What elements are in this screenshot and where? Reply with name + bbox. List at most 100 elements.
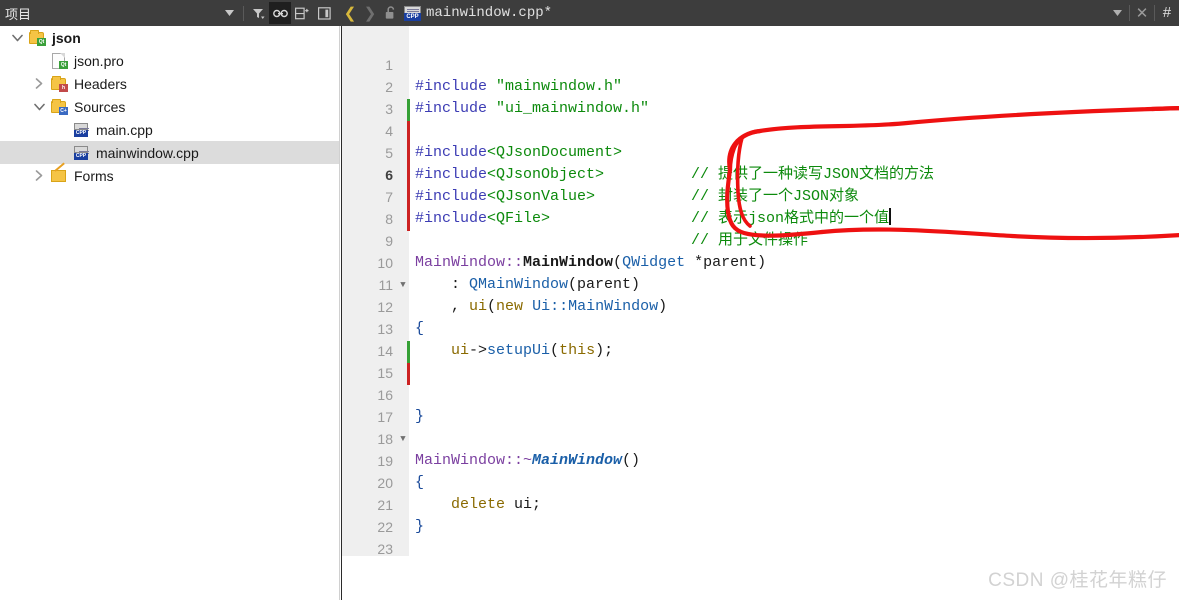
- change-marker-red-7: [407, 187, 410, 209]
- line7-header-angle: <QFile>: [487, 210, 551, 227]
- code-line-9: MainWindow::MainWindow(QWidget *parent): [341, 230, 1179, 271]
- change-marker-red-6: [407, 165, 410, 187]
- tree-item-label: Sources: [74, 98, 126, 115]
- line-number-15: 15: [377, 365, 393, 381]
- cpp-file-icon: CPP: [404, 5, 421, 21]
- code-line-12: {: [341, 296, 1179, 337]
- code-line-6: #include<QJsonValue> // 表示json格式中的一个值: [341, 164, 1179, 227]
- line-number-6: 6: [385, 167, 393, 183]
- split-marker-icon[interactable]: #: [1155, 0, 1179, 26]
- close-tab-icon[interactable]: ✕: [1130, 0, 1154, 26]
- code-line-11: , ui(new Ui::MainWindow): [341, 274, 1179, 315]
- link-icon[interactable]: [269, 2, 291, 24]
- tree-item-sources[interactable]: C+ Sources: [0, 95, 339, 118]
- line-number-13: 13: [377, 321, 393, 337]
- line-number-8: 8: [385, 211, 393, 227]
- line13-setupui-call: setupUi: [487, 342, 551, 359]
- code-content[interactable]: #include "mainwindow.h" #include "ui_mai…: [341, 26, 1179, 600]
- tree-item-label: main.cpp: [96, 121, 153, 138]
- line-number-22: 22: [377, 519, 393, 535]
- line-number-4: 4: [385, 123, 393, 139]
- line-number-18: 18: [377, 431, 393, 447]
- change-marker-red-4: [407, 121, 410, 143]
- dropdown-icon[interactable]: [218, 2, 240, 24]
- cpp-file-icon: CPP: [72, 144, 90, 162]
- tree-item-label: json.pro: [74, 52, 124, 69]
- code-line-7: #include<QFile> // 用于文件操作: [341, 186, 1179, 249]
- line-number-23: 23: [377, 541, 393, 557]
- sidebar-toggle-icon[interactable]: [313, 2, 335, 24]
- code-line-1: #include "mainwindow.h": [341, 54, 1179, 95]
- line-number-10: 10: [377, 255, 393, 271]
- fold-toggle-icon-18[interactable]: ▼: [397, 428, 409, 450]
- code-editor[interactable]: #include "mainwindow.h" #include "ui_mai…: [341, 26, 1179, 600]
- line2-header-string: "ui_mainwindow.h": [487, 100, 650, 117]
- code-line-21: }: [341, 494, 1179, 535]
- line21-close-brace: }: [415, 518, 425, 535]
- headers-folder-icon: h: [50, 75, 68, 93]
- code-line-4: #include<QJsonDocument> // 提供了一种读写JSON文档…: [341, 120, 1179, 183]
- line-number-2: 2: [385, 79, 393, 95]
- tree-item-main-cpp[interactable]: CPP main.cpp: [0, 118, 339, 141]
- line13-this-keyword: this: [559, 342, 596, 359]
- fold-toggle-icon-11[interactable]: ▼: [397, 274, 409, 296]
- tree-item-json-pro[interactable]: Qt json.pro: [0, 49, 339, 72]
- line-number-7: 7: [385, 189, 393, 205]
- change-marker-green-14: [407, 341, 410, 363]
- change-marker-red-5: [407, 143, 410, 165]
- tree-item-label: Forms: [74, 167, 114, 184]
- qt-project-file-icon: Qt: [50, 52, 68, 70]
- line-number-20: 20: [377, 475, 393, 491]
- line13-arrow-operator: ->: [469, 342, 488, 359]
- code-line-18: MainWindow::~MainWindow(): [341, 428, 1179, 469]
- tab-controls: ✕ #: [1105, 0, 1179, 26]
- cpp-file-icon-label: CPP: [404, 12, 421, 21]
- line-number-5: 5: [385, 145, 393, 161]
- filter-icon[interactable]: [247, 2, 269, 24]
- unlock-icon[interactable]: [380, 0, 402, 26]
- line-number-16: 16: [377, 387, 393, 403]
- text-cursor: [889, 208, 892, 225]
- tree-item-forms[interactable]: Forms: [0, 164, 339, 187]
- project-panel-toolbar: [218, 0, 335, 26]
- tree-item-headers[interactable]: h Headers: [0, 72, 339, 95]
- tab-dropdown-icon[interactable]: [1105, 0, 1129, 26]
- line-number-3: 3: [385, 101, 393, 117]
- navigate-back-button[interactable]: ❮: [340, 0, 360, 26]
- code-line-2: #include "ui_mainwindow.h": [341, 76, 1179, 117]
- code-line-16: }: [341, 384, 1179, 425]
- line16-close-brace: }: [415, 408, 425, 425]
- chevron-right-icon[interactable]: [28, 72, 50, 95]
- qt-creator-window: 项目 ❮ ❯ CPP mainwindow.cpp* ✕ # Qt json Q…: [0, 0, 1179, 600]
- line-number-1: 1: [385, 57, 393, 73]
- chevron-down-icon[interactable]: [6, 26, 28, 49]
- cpp-file-icon: CPP: [72, 121, 90, 139]
- line13-ui-var: ui: [415, 342, 470, 359]
- split-add-icon[interactable]: [291, 2, 313, 24]
- line7-include-keyword: #include: [415, 210, 488, 227]
- code-line-19: {: [341, 450, 1179, 491]
- top-bar: 项目 ❮ ❯ CPP mainwindow.cpp* ✕ #: [0, 0, 1179, 26]
- code-line-5: #include<QJsonObject> // 封装了一个JSON对象: [341, 142, 1179, 205]
- change-marker-red-8: [407, 209, 410, 231]
- line13-close-paren: );: [595, 342, 614, 359]
- line6-comment: // 表示json格式中的一个值: [691, 210, 890, 227]
- csdn-watermark: CSDN @桂花年糕仔: [988, 570, 1167, 591]
- line-number-9: 9: [385, 233, 393, 249]
- code-line-13: ui->setupUi(this);: [341, 318, 1179, 359]
- tree-item-label: json: [52, 29, 81, 46]
- tree-item-mainwindow-cpp[interactable]: CPP mainwindow.cpp: [0, 141, 339, 164]
- project-panel-header: 项目: [0, 0, 340, 26]
- chevron-right-icon[interactable]: [28, 164, 50, 187]
- navigate-forward-button[interactable]: ❯: [360, 0, 380, 26]
- chevron-down-icon[interactable]: [28, 95, 50, 118]
- tab-mainwindow-cpp[interactable]: mainwindow.cpp*: [426, 5, 552, 21]
- change-marker-red-15: [407, 363, 410, 385]
- tree-item-json[interactable]: Qt json: [0, 26, 339, 49]
- tree-item-label: Headers: [74, 75, 127, 92]
- code-line-20: delete ui;: [341, 472, 1179, 513]
- line-number-21: 21: [377, 497, 393, 513]
